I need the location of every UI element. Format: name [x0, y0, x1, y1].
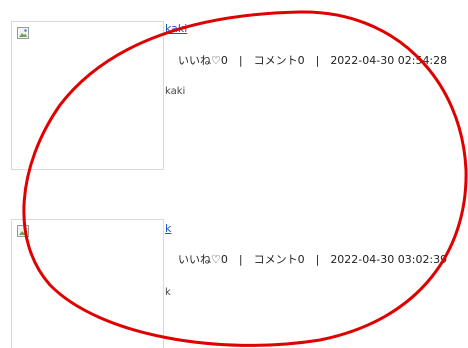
post-author-link[interactable]: kaki	[165, 23, 187, 35]
post-meta: いいね♡0 | コメント0 | 2022-04-30 02:54:28	[178, 55, 447, 67]
post-thumbnail[interactable]	[11, 21, 164, 170]
comment-count[interactable]: コメント0	[254, 253, 305, 266]
post-meta: いいね♡0 | コメント0 | 2022-04-30 03:02:39	[178, 254, 447, 266]
meta-separator: |	[238, 253, 243, 266]
post-list: kaki いいね♡0 | コメント0 | 2022-04-30 02:54:28 kak…	[0, 0, 468, 348]
broken-image-icon	[17, 27, 29, 39]
meta-separator: |	[238, 54, 243, 67]
meta-separator: |	[315, 253, 320, 266]
like-count[interactable]: いいね♡0	[178, 253, 228, 266]
post-thumbnail[interactable]	[11, 219, 164, 348]
post-body: k	[165, 287, 171, 298]
post-timestamp: 2022-04-30 03:02:39	[330, 253, 448, 266]
comment-count[interactable]: コメント0	[254, 54, 305, 67]
post-body: kaki	[165, 86, 186, 97]
post-author-link[interactable]: k	[165, 223, 171, 235]
broken-image-icon	[17, 225, 29, 237]
post-timestamp: 2022-04-30 02:54:28	[330, 54, 448, 67]
meta-separator: |	[315, 54, 320, 67]
like-count[interactable]: いいね♡0	[178, 54, 228, 67]
